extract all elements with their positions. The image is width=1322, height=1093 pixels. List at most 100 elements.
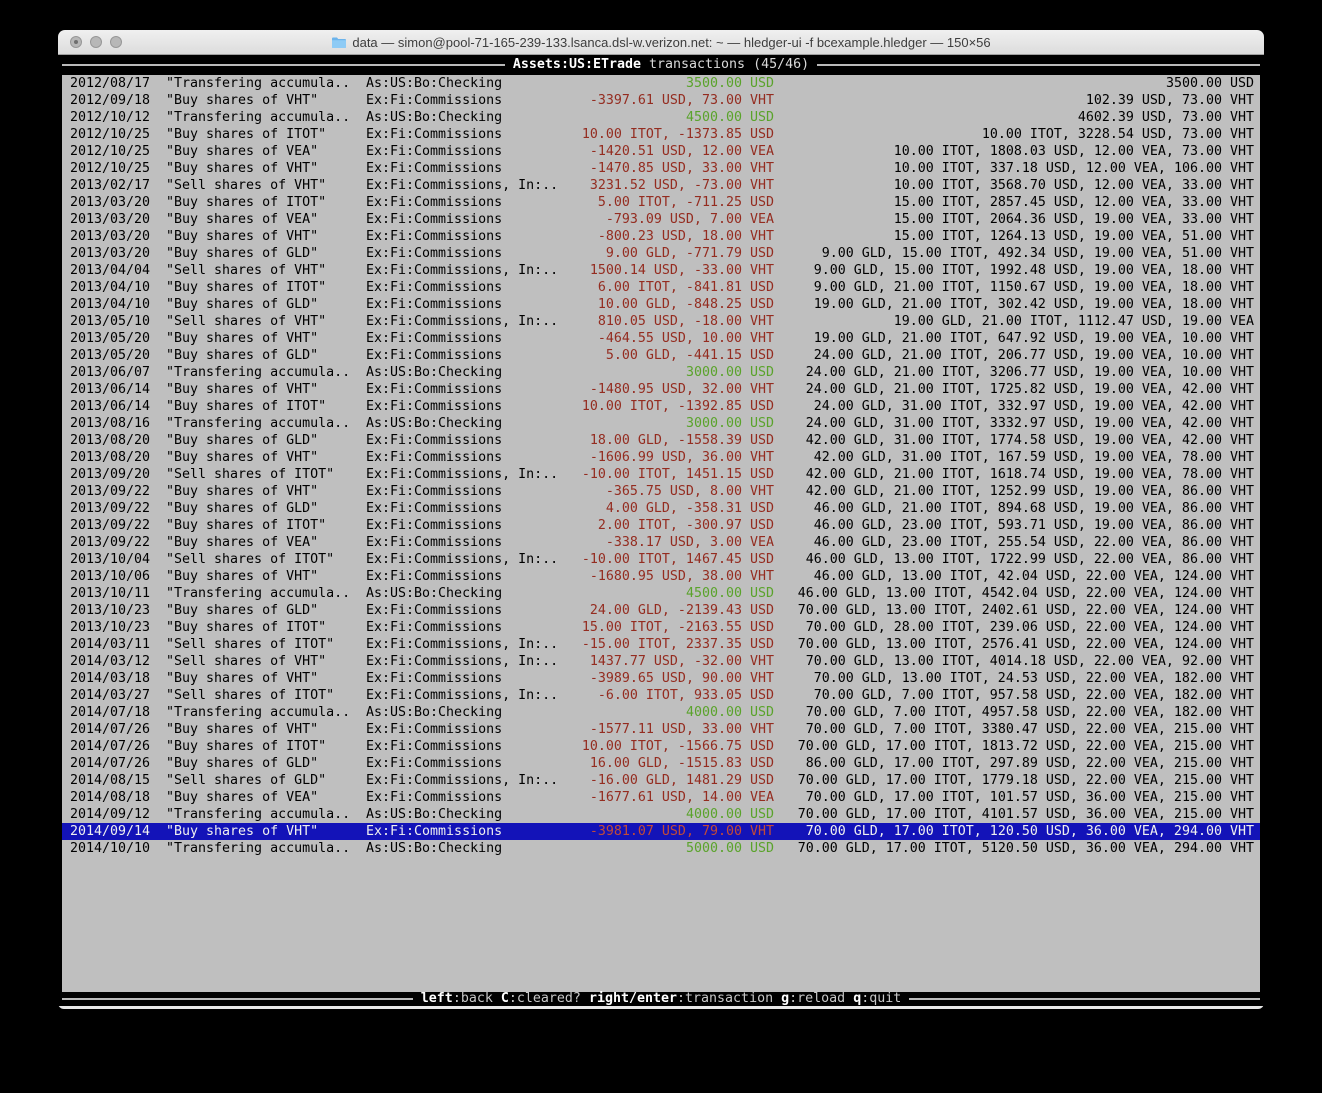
tx-change-amount: 5000.00 USD — [454, 840, 774, 857]
tx-change-amount: -3989.65 USD, 90.00 VHT — [454, 670, 774, 687]
transaction-row[interactable]: 2013/03/20"Buy shares of VHT"Ex:Fi:Commi… — [62, 228, 1260, 245]
tx-running-balance: 3500.00 USD — [782, 75, 1254, 92]
transaction-row[interactable]: 2013/09/22"Buy shares of GLD"Ex:Fi:Commi… — [62, 500, 1260, 517]
tx-change-amount: 10.00 GLD, -848.25 USD — [454, 296, 774, 313]
tx-change-amount: -10.00 ITOT, 1451.15 USD — [454, 466, 774, 483]
traffic-lights — [70, 36, 122, 48]
transaction-row[interactable]: 2013/04/10"Buy shares of ITOT"Ex:Fi:Comm… — [62, 279, 1260, 296]
tx-change-amount: -800.23 USD, 18.00 VHT — [454, 228, 774, 245]
transaction-row[interactable]: 2013/05/20"Buy shares of VHT"Ex:Fi:Commi… — [62, 330, 1260, 347]
tx-description: "Buy shares of VEA" — [166, 143, 318, 160]
transaction-row[interactable]: 2014/07/26"Buy shares of GLD"Ex:Fi:Commi… — [62, 755, 1260, 772]
tx-description: "Transfering accumula.. — [166, 704, 350, 721]
tx-description: "Buy shares of VHT" — [166, 381, 318, 398]
tx-change-amount: 5.00 ITOT, -711.25 USD — [454, 194, 774, 211]
tx-date: 2013/03/20 — [70, 194, 150, 211]
tx-change-amount: 24.00 GLD, -2139.43 USD — [454, 602, 774, 619]
transaction-row[interactable]: 2013/05/20"Buy shares of GLD"Ex:Fi:Commi… — [62, 347, 1260, 364]
transaction-row[interactable]: 2014/09/14"Buy shares of VHT"Ex:Fi:Commi… — [62, 823, 1260, 840]
minimize-button[interactable] — [90, 36, 102, 48]
tx-date: 2013/08/20 — [70, 449, 150, 466]
tx-running-balance: 46.00 GLD, 13.00 ITOT, 42.04 USD, 22.00 … — [782, 568, 1254, 585]
transaction-row[interactable]: 2013/05/10"Sell shares of VHT"Ex:Fi:Comm… — [62, 313, 1260, 330]
tx-running-balance: 70.00 GLD, 17.00 ITOT, 120.50 USD, 36.00… — [782, 823, 1254, 840]
tx-change-amount: -3981.07 USD, 79.00 VHT — [454, 823, 774, 840]
transaction-row[interactable]: 2012/10/25"Buy shares of VEA"Ex:Fi:Commi… — [62, 143, 1260, 160]
transaction-row[interactable]: 2013/04/10"Buy shares of GLD"Ex:Fi:Commi… — [62, 296, 1260, 313]
tx-description: "Sell shares of VHT" — [166, 177, 326, 194]
tx-date: 2013/03/20 — [70, 245, 150, 262]
tx-date: 2014/03/11 — [70, 636, 150, 653]
transaction-row[interactable]: 2012/10/12"Transfering accumula..As:US:B… — [62, 109, 1260, 126]
tx-change-amount: 1500.14 USD, -33.00 VHT — [454, 262, 774, 279]
transaction-row[interactable]: 2014/10/10"Transfering accumula..As:US:B… — [62, 840, 1260, 857]
tx-date: 2014/03/18 — [70, 670, 150, 687]
close-button[interactable] — [70, 36, 82, 48]
transaction-row[interactable]: 2013/10/06"Buy shares of VHT"Ex:Fi:Commi… — [62, 568, 1260, 585]
transaction-row[interactable]: 2013/10/23"Buy shares of GLD"Ex:Fi:Commi… — [62, 602, 1260, 619]
transaction-row[interactable]: 2014/03/11"Sell shares of ITOT"Ex:Fi:Com… — [62, 636, 1260, 653]
transaction-row[interactable]: 2014/07/18"Transfering accumula..As:US:B… — [62, 704, 1260, 721]
tx-description: "Sell shares of VHT" — [166, 313, 326, 330]
tx-running-balance: 24.00 GLD, 21.00 ITOT, 1725.82 USD, 19.0… — [782, 381, 1254, 398]
transaction-row[interactable]: 2013/08/20"Buy shares of GLD"Ex:Fi:Commi… — [62, 432, 1260, 449]
transaction-row[interactable]: 2014/09/12"Transfering accumula..As:US:B… — [62, 806, 1260, 823]
transaction-row[interactable]: 2012/10/25"Buy shares of ITOT"Ex:Fi:Comm… — [62, 126, 1260, 143]
tx-description: "Buy shares of ITOT" — [166, 279, 326, 296]
tx-change-amount: 18.00 GLD, -1558.39 USD — [454, 432, 774, 449]
tx-date: 2012/09/18 — [70, 92, 150, 109]
tx-running-balance: 42.00 GLD, 21.00 ITOT, 1252.99 USD, 19.0… — [782, 483, 1254, 500]
tx-date: 2013/09/22 — [70, 483, 150, 500]
transaction-row[interactable]: 2013/03/20"Buy shares of ITOT"Ex:Fi:Comm… — [62, 194, 1260, 211]
transaction-row[interactable]: 2013/06/14"Buy shares of ITOT"Ex:Fi:Comm… — [62, 398, 1260, 415]
tx-date: 2013/03/20 — [70, 228, 150, 245]
tx-date: 2013/06/14 — [70, 398, 150, 415]
tx-date: 2013/05/20 — [70, 347, 150, 364]
tx-description: "Buy shares of GLD" — [166, 347, 318, 364]
transaction-row[interactable]: 2012/09/18"Buy shares of VHT"Ex:Fi:Commi… — [62, 92, 1260, 109]
transaction-row[interactable]: 2014/03/18"Buy shares of VHT"Ex:Fi:Commi… — [62, 670, 1260, 687]
tx-description: "Buy shares of VHT" — [166, 568, 318, 585]
transaction-row[interactable]: 2013/03/20"Buy shares of VEA"Ex:Fi:Commi… — [62, 211, 1260, 228]
transaction-row[interactable]: 2013/02/17"Sell shares of VHT"Ex:Fi:Comm… — [62, 177, 1260, 194]
tx-running-balance: 70.00 GLD, 7.00 ITOT, 957.58 USD, 22.00 … — [782, 687, 1254, 704]
transaction-row[interactable]: 2013/04/04"Sell shares of VHT"Ex:Fi:Comm… — [62, 262, 1260, 279]
transaction-row[interactable]: 2014/08/15"Sell shares of GLD"Ex:Fi:Comm… — [62, 772, 1260, 789]
transaction-row[interactable]: 2012/08/17"Transfering accumula..As:US:B… — [62, 75, 1260, 92]
transaction-row[interactable]: 2013/06/07"Transfering accumula..As:US:B… — [62, 364, 1260, 381]
tx-date: 2013/10/23 — [70, 619, 150, 636]
transaction-row[interactable]: 2013/08/16"Transfering accumula..As:US:B… — [62, 415, 1260, 432]
tx-date: 2014/10/10 — [70, 840, 150, 857]
zoom-button[interactable] — [110, 36, 122, 48]
header-account-name: Assets:US:ETrade — [513, 57, 641, 72]
window-titlebar[interactable]: data — simon@pool-71-165-239-133.lsanca.… — [58, 30, 1264, 55]
tx-description: "Buy shares of ITOT" — [166, 126, 326, 143]
transaction-row[interactable]: 2013/06/14"Buy shares of VHT"Ex:Fi:Commi… — [62, 381, 1260, 398]
transaction-row[interactable]: 2013/08/20"Buy shares of VHT"Ex:Fi:Commi… — [62, 449, 1260, 466]
tx-date: 2013/10/23 — [70, 602, 150, 619]
transaction-row[interactable]: 2013/09/22"Buy shares of VEA"Ex:Fi:Commi… — [62, 534, 1260, 551]
transaction-row[interactable]: 2013/10/23"Buy shares of ITOT"Ex:Fi:Comm… — [62, 619, 1260, 636]
transaction-row[interactable]: 2014/07/26"Buy shares of ITOT"Ex:Fi:Comm… — [62, 738, 1260, 755]
window-title: data — simon@pool-71-165-239-133.lsanca.… — [331, 35, 990, 50]
transaction-row[interactable]: 2014/03/27"Sell shares of ITOT"Ex:Fi:Com… — [62, 687, 1260, 704]
transaction-row[interactable]: 2013/10/04"Sell shares of ITOT"Ex:Fi:Com… — [62, 551, 1260, 568]
footer-rule-left — [62, 998, 413, 1000]
tx-date: 2014/09/12 — [70, 806, 150, 823]
transaction-row[interactable]: 2013/10/11"Transfering accumula..As:US:B… — [62, 585, 1260, 602]
tx-description: "Transfering accumula.. — [166, 585, 350, 602]
transaction-row[interactable]: 2013/03/20"Buy shares of GLD"Ex:Fi:Commi… — [62, 245, 1260, 262]
transaction-row[interactable]: 2014/07/26"Buy shares of VHT"Ex:Fi:Commi… — [62, 721, 1260, 738]
transaction-row[interactable]: 2014/08/18"Buy shares of VEA"Ex:Fi:Commi… — [62, 789, 1260, 806]
transaction-row[interactable]: 2014/03/12"Sell shares of VHT"Ex:Fi:Comm… — [62, 653, 1260, 670]
tx-date: 2013/03/20 — [70, 211, 150, 228]
transaction-row[interactable]: 2013/09/22"Buy shares of ITOT"Ex:Fi:Comm… — [62, 517, 1260, 534]
tx-running-balance: 15.00 ITOT, 1264.13 USD, 19.00 VEA, 51.0… — [782, 228, 1254, 245]
tx-change-amount: 1437.77 USD, -32.00 VHT — [454, 653, 774, 670]
tx-description: "Buy shares of ITOT" — [166, 194, 326, 211]
tx-date: 2013/09/20 — [70, 466, 150, 483]
transaction-row[interactable]: 2013/09/20"Sell shares of ITOT"Ex:Fi:Com… — [62, 466, 1260, 483]
tx-change-amount: -6.00 ITOT, 933.05 USD — [454, 687, 774, 704]
transaction-row[interactable]: 2013/09/22"Buy shares of VHT"Ex:Fi:Commi… — [62, 483, 1260, 500]
transaction-row[interactable]: 2012/10/25"Buy shares of VHT"Ex:Fi:Commi… — [62, 160, 1260, 177]
